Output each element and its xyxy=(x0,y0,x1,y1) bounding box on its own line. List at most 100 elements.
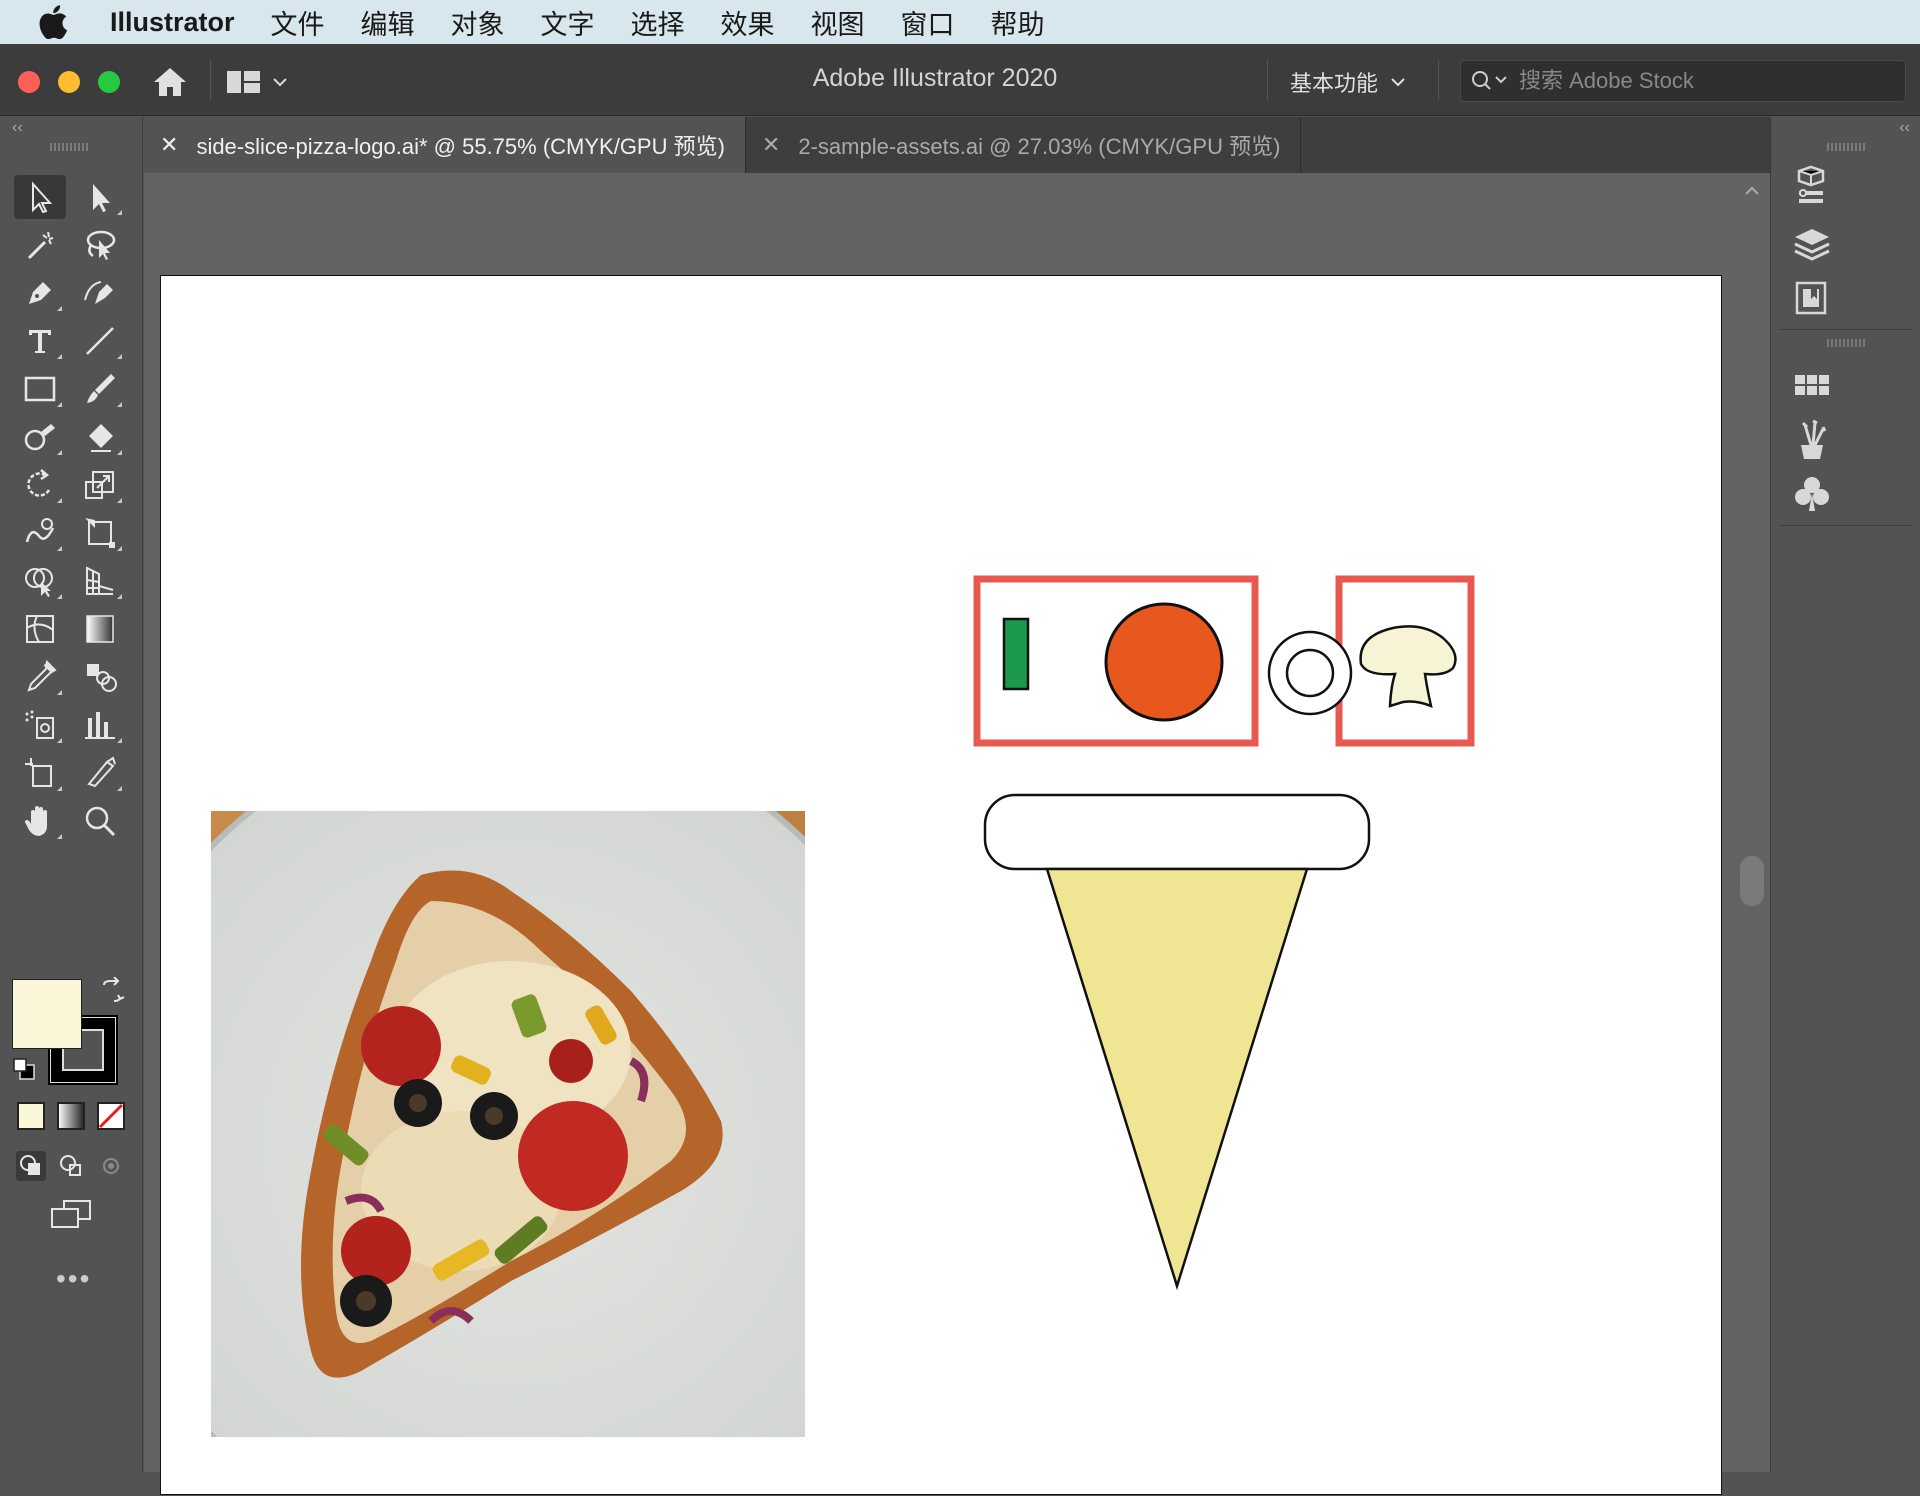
screen-mode-button[interactable] xyxy=(48,1199,94,1231)
draw-behind-button[interactable] xyxy=(56,1151,86,1181)
pizza-reference-photo[interactable] xyxy=(88,718,934,1496)
mesh-icon xyxy=(26,615,54,643)
line-segment-icon xyxy=(86,327,114,355)
scrollbar-thumb[interactable] xyxy=(1740,856,1764,906)
color-mode-button[interactable] xyxy=(16,1101,46,1131)
crust-shape[interactable] xyxy=(983,793,1371,871)
none-mode-button[interactable] xyxy=(96,1101,126,1131)
stock-search-box[interactable] xyxy=(1460,60,1906,102)
shape-builder-tool[interactable] xyxy=(14,559,66,603)
workspace-label: 基本功能 xyxy=(1290,71,1379,96)
blend-icon xyxy=(87,664,117,692)
close-tab-icon[interactable]: ✕ xyxy=(160,132,178,158)
slice-knife-icon xyxy=(87,756,116,788)
olive-hole xyxy=(1285,648,1335,698)
brushes-panel-icon[interactable] xyxy=(1789,417,1835,463)
selection-arrow-icon xyxy=(32,181,53,214)
layers-panel-icon[interactable] xyxy=(1789,221,1835,267)
menu-window[interactable]: 窗口 xyxy=(901,3,955,42)
rotate-tool[interactable] xyxy=(14,463,66,507)
pen-icon xyxy=(29,282,51,304)
vertical-scrollbar[interactable] xyxy=(1734,173,1770,1472)
menu-view[interactable]: 视图 xyxy=(811,3,865,42)
paintbrush-tool[interactable] xyxy=(74,367,126,411)
panel-grip[interactable] xyxy=(1827,143,1867,151)
swatches-panel-icon[interactable] xyxy=(1789,363,1835,409)
tools-panel: ‹‹ ••• xyxy=(0,117,143,1472)
collapse-left-icon[interactable]: ‹‹ xyxy=(12,119,23,137)
menu-type[interactable]: 文字 xyxy=(541,3,595,42)
magic-wand-tool[interactable] xyxy=(14,223,66,267)
column-graph-tool[interactable] xyxy=(74,703,126,747)
fill-color-swatch[interactable] xyxy=(12,979,82,1049)
direct-selection-arrow-icon xyxy=(93,184,110,212)
eyedropper-tool[interactable] xyxy=(14,655,66,699)
perspective-grid-icon xyxy=(86,566,114,595)
rotate-icon xyxy=(27,469,51,497)
gradient-tool[interactable] xyxy=(74,607,126,651)
edit-toolbar-button[interactable]: ••• xyxy=(56,1263,91,1295)
libraries-panel-icon[interactable] xyxy=(1789,275,1835,321)
type-t-icon xyxy=(29,330,51,353)
zoom-tool[interactable] xyxy=(74,799,126,843)
curvature-tool[interactable] xyxy=(74,271,126,315)
apple-icon[interactable] xyxy=(38,5,72,39)
type-tool[interactable] xyxy=(14,319,66,363)
tab-label: side-slice-pizza-logo.ai* @ 55.75% (CMYK… xyxy=(196,134,725,159)
artboard-icon xyxy=(25,758,52,787)
close-tab-icon[interactable]: ✕ xyxy=(762,132,780,158)
app-menu[interactable]: Illustrator xyxy=(110,7,235,38)
swap-fill-stroke-icon[interactable] xyxy=(98,976,126,1005)
symbol-sprayer-tool[interactable] xyxy=(14,703,66,747)
green-pepper-shape[interactable] xyxy=(1002,617,1030,691)
selection-tool[interactable] xyxy=(14,175,66,219)
gradient-mode-button[interactable] xyxy=(56,1101,86,1131)
default-colors-icon[interactable] xyxy=(12,1057,36,1081)
menu-effect[interactable]: 效果 xyxy=(721,3,775,42)
free-transform-tool[interactable] xyxy=(74,511,126,555)
eraser-tool[interactable] xyxy=(74,415,126,459)
menu-select[interactable]: 选择 xyxy=(631,3,685,42)
rectangle-tool[interactable] xyxy=(14,367,66,411)
scale-tool[interactable] xyxy=(74,463,126,507)
panel-grip[interactable] xyxy=(50,143,90,151)
symbols-panel-icon[interactable] xyxy=(1789,471,1835,517)
mesh-tool[interactable] xyxy=(14,607,66,651)
warp-tool[interactable] xyxy=(14,511,66,555)
search-icon xyxy=(1472,71,1507,90)
tab-side-slice-pizza-logo[interactable]: ✕ side-slice-pizza-logo.ai* @ 55.75% (CM… xyxy=(144,117,746,173)
tab-2-sample-assets[interactable]: ✕ 2-sample-assets.ai @ 27.03% (CMYK/GPU … xyxy=(745,117,1302,173)
workspace-switcher[interactable]: 基本功能 xyxy=(1290,64,1406,100)
menu-edit[interactable]: 编辑 xyxy=(361,3,415,42)
hand-tool[interactable] xyxy=(14,799,66,843)
pizza-photo-image xyxy=(88,718,934,1496)
perspective-grid-tool[interactable] xyxy=(74,559,126,603)
scroll-up-icon[interactable] xyxy=(1742,181,1762,201)
menu-file[interactable]: 文件 xyxy=(271,3,325,42)
properties-panel-icon[interactable] xyxy=(1789,163,1835,209)
paintbrush-icon xyxy=(87,374,115,403)
mushroom-shape[interactable] xyxy=(1359,625,1457,709)
canvas-area[interactable] xyxy=(88,173,1770,1496)
stock-search-input[interactable] xyxy=(1519,68,1879,94)
collapse-right-icon[interactable]: ‹‹ xyxy=(1899,119,1910,137)
pizza-slice-shape[interactable] xyxy=(1045,867,1309,1291)
draw-inside-button[interactable] xyxy=(96,1151,126,1181)
document-tab-bar: ✕ side-slice-pizza-logo.ai* @ 55.75% (CM… xyxy=(144,117,1770,173)
pen-tool[interactable] xyxy=(14,271,66,315)
artboard-tool[interactable] xyxy=(14,751,66,795)
line-segment-tool[interactable] xyxy=(74,319,126,363)
scale-icon xyxy=(85,471,114,499)
direct-selection-tool[interactable] xyxy=(74,175,126,219)
slice-tool[interactable] xyxy=(74,751,126,795)
tab-label: 2-sample-assets.ai @ 27.03% (CMYK/GPU 预览… xyxy=(798,134,1281,159)
panel-grip[interactable] xyxy=(1827,339,1867,347)
artboard[interactable] xyxy=(88,275,1722,1496)
blend-tool[interactable] xyxy=(74,655,126,699)
draw-normal-button[interactable] xyxy=(16,1151,46,1181)
menu-help[interactable]: 帮助 xyxy=(991,3,1045,42)
pepperoni-shape[interactable] xyxy=(1104,602,1224,722)
lasso-tool[interactable] xyxy=(74,223,126,267)
shaper-tool[interactable] xyxy=(14,415,66,459)
menu-object[interactable]: 对象 xyxy=(451,3,505,42)
